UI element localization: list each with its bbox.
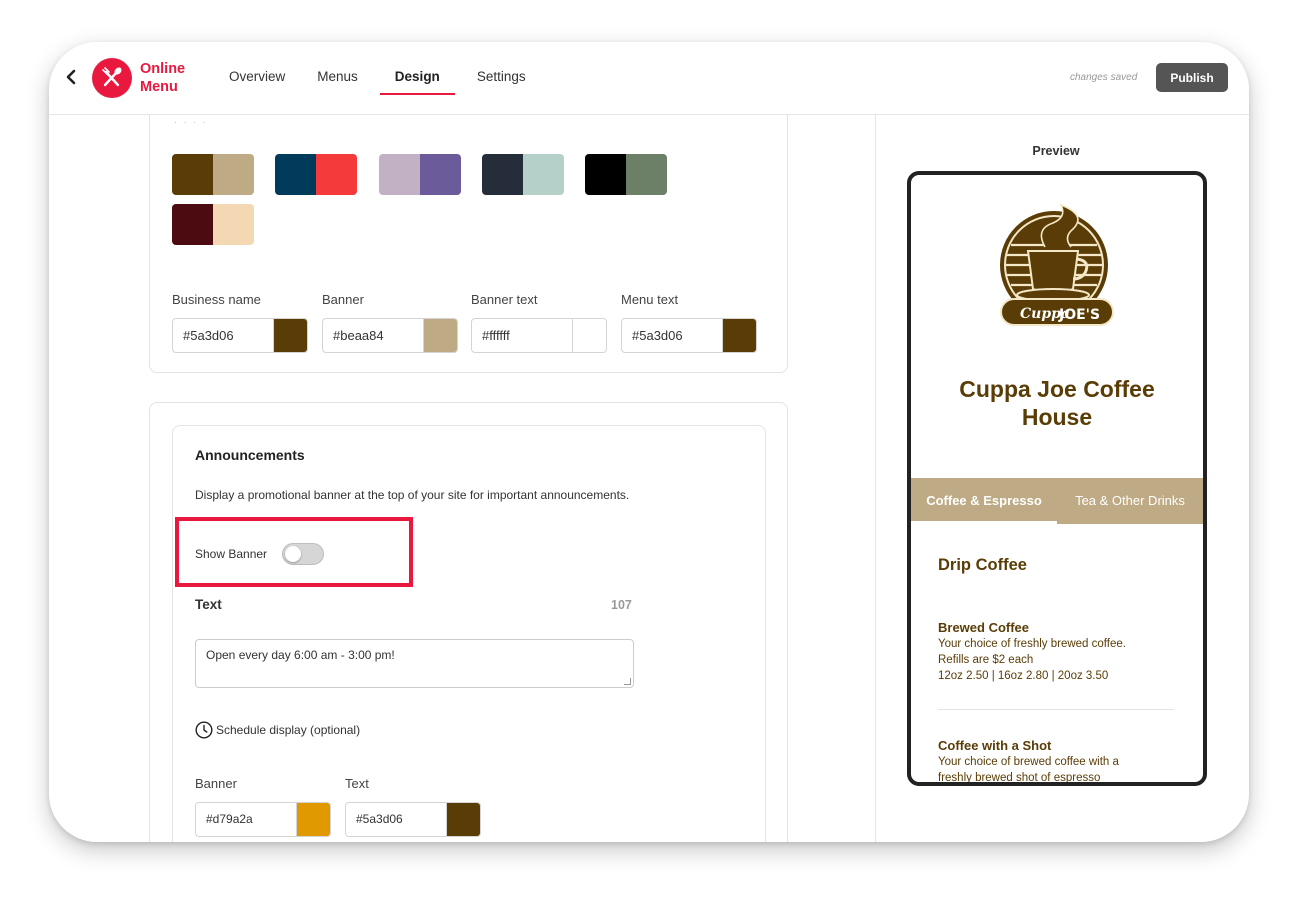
swatch-color-left xyxy=(172,154,213,195)
field-label: Menu text xyxy=(621,292,679,307)
top-bar: Online Menu Overview Menus Design Settin… xyxy=(49,42,1249,115)
color-input[interactable]: #5a3d06 xyxy=(345,802,481,837)
text-label: Text xyxy=(195,597,222,612)
color-input[interactable]: #d79a2a xyxy=(195,802,331,837)
item-desc: Refills are $2 each xyxy=(938,654,1034,666)
schedule-display-link[interactable]: Schedule display (optional) xyxy=(195,721,360,739)
swatch-color-left xyxy=(275,154,316,195)
tab-tea-other-drinks[interactable]: Tea & Other Drinks xyxy=(1057,478,1203,524)
item-desc: Your choice of brewed coffee with a xyxy=(938,756,1119,768)
tab-coffee-espresso[interactable]: Coffee & Espresso xyxy=(911,478,1057,524)
nav-menus[interactable]: Menus xyxy=(307,42,368,115)
color-chip[interactable] xyxy=(423,319,457,352)
color-chip[interactable] xyxy=(722,319,756,352)
banner-text-color-field: Banner text #ffffff xyxy=(471,292,607,353)
swatch-color-left xyxy=(585,154,626,195)
palette-swatch[interactable] xyxy=(275,154,357,195)
item-name: Brewed Coffee xyxy=(938,620,1030,635)
swatch-color-right xyxy=(316,154,357,195)
palette-swatch[interactable] xyxy=(172,154,254,195)
preview-panel: Preview Cuppa JOE'S Cuppa Joe Coffee Hou… xyxy=(875,115,1249,842)
color-value[interactable]: #5a3d06 xyxy=(346,803,446,836)
menu-item: Brewed Coffee Your choice of freshly bre… xyxy=(938,620,1178,684)
fork-spoon-logo-icon xyxy=(92,58,132,98)
scrolled-label-fragment: · · · · xyxy=(174,117,208,127)
banner-color-field: Banner #beaa84 xyxy=(322,292,458,353)
app-window: Online Menu Overview Menus Design Settin… xyxy=(49,42,1249,842)
item-desc: Your choice of freshly brewed coffee. xyxy=(938,638,1126,650)
menu-tabs: Coffee & Espresso Tea & Other Drinks xyxy=(911,478,1203,524)
publish-button[interactable]: Publish xyxy=(1156,63,1228,92)
palette-swatch[interactable] xyxy=(172,204,254,245)
announcement-text-color-field: Text #5a3d06 xyxy=(345,776,481,837)
palette-swatch[interactable] xyxy=(585,154,667,195)
field-label: Banner text xyxy=(471,292,538,307)
item-divider xyxy=(938,709,1174,710)
swatch-color-right xyxy=(523,154,564,195)
resize-handle-icon[interactable] xyxy=(624,678,631,685)
announcements-title: Announcements xyxy=(195,447,305,463)
color-input[interactable]: #5a3d06 xyxy=(172,318,308,353)
item-name: Coffee with a Shot xyxy=(938,738,1052,753)
color-value[interactable]: #ffffff xyxy=(472,319,572,352)
swatch-color-right xyxy=(213,154,254,195)
nav-design[interactable]: Design xyxy=(379,42,455,115)
nav-settings[interactable]: Settings xyxy=(467,42,536,115)
nav-overview[interactable]: Overview xyxy=(219,42,295,115)
char-count: 107 xyxy=(611,598,632,612)
show-banner-highlight xyxy=(175,517,413,587)
palette-swatch[interactable] xyxy=(379,154,461,195)
color-value[interactable]: #5a3d06 xyxy=(622,319,722,352)
color-value[interactable]: #beaa84 xyxy=(323,319,423,352)
schedule-label: Schedule display (optional) xyxy=(216,723,361,737)
colors-card: · · · · Business name #5a3d06 Banner #be… xyxy=(149,115,788,373)
swatch-color-left xyxy=(482,154,523,195)
swatch-color-right xyxy=(420,154,461,195)
color-chip[interactable] xyxy=(273,319,307,352)
back-chevron-icon[interactable] xyxy=(64,66,78,88)
item-desc: freshly brewed shot of espresso xyxy=(938,772,1101,784)
preview-title: Preview xyxy=(1032,144,1080,158)
field-label: Text xyxy=(345,776,369,791)
swatch-color-left xyxy=(379,154,420,195)
color-value[interactable]: #d79a2a xyxy=(196,803,296,836)
item-prices: 12oz 2.50 | 16oz 2.80 | 20oz 3.50 xyxy=(938,670,1109,682)
color-input[interactable]: #ffffff xyxy=(471,318,607,353)
color-chip[interactable] xyxy=(446,803,480,836)
announcements-panel: Announcements Display a promotional bann… xyxy=(172,425,766,842)
announcements-card: Announcements Display a promotional bann… xyxy=(149,402,788,842)
save-status: changes saved xyxy=(1070,72,1138,83)
business-name: Cuppa Joe Coffee House xyxy=(959,376,1155,430)
design-editor: · · · · Business name #5a3d06 Banner #be… xyxy=(49,115,875,842)
color-input[interactable]: #5a3d06 xyxy=(621,318,757,353)
business-name-color-field: Business name #5a3d06 xyxy=(172,292,308,353)
swatch-color-right xyxy=(213,204,254,245)
clock-icon xyxy=(195,721,213,739)
main-nav: Overview Menus Design Settings xyxy=(219,42,536,115)
color-value[interactable]: #5a3d06 xyxy=(173,319,273,352)
field-label: Banner xyxy=(322,292,364,307)
announcement-banner-color-field: Banner #d79a2a xyxy=(195,776,331,837)
swatch-color-left xyxy=(172,204,213,245)
color-chip[interactable] xyxy=(572,319,606,352)
palette-swatch[interactable] xyxy=(482,154,564,195)
field-label: Banner xyxy=(195,776,237,791)
app-name: Online Menu xyxy=(140,61,186,95)
menu-section-title: Drip Coffee xyxy=(938,556,1027,574)
announcements-description: Display a promotional banner at the top … xyxy=(195,488,630,502)
swatch-color-right xyxy=(626,154,667,195)
announcement-textarea[interactable]: Open every day 6:00 am - 3:00 pm! xyxy=(195,639,634,688)
coffee-cup-logo-icon: Cuppa JOE'S xyxy=(1000,203,1114,326)
color-chip[interactable] xyxy=(296,803,330,836)
field-label: Business name xyxy=(172,292,261,307)
menu-item: Coffee with a Shot Your choice of brewed… xyxy=(938,738,1178,784)
logo-text-joes: JOE'S xyxy=(1058,307,1100,323)
announcement-text: Open every day 6:00 am - 3:00 pm! xyxy=(206,648,395,662)
menu-text-color-field: Menu text #5a3d06 xyxy=(621,292,757,353)
phone-preview: Cuppa JOE'S Cuppa Joe Coffee House Coffe… xyxy=(907,171,1207,786)
color-input[interactable]: #beaa84 xyxy=(322,318,458,353)
